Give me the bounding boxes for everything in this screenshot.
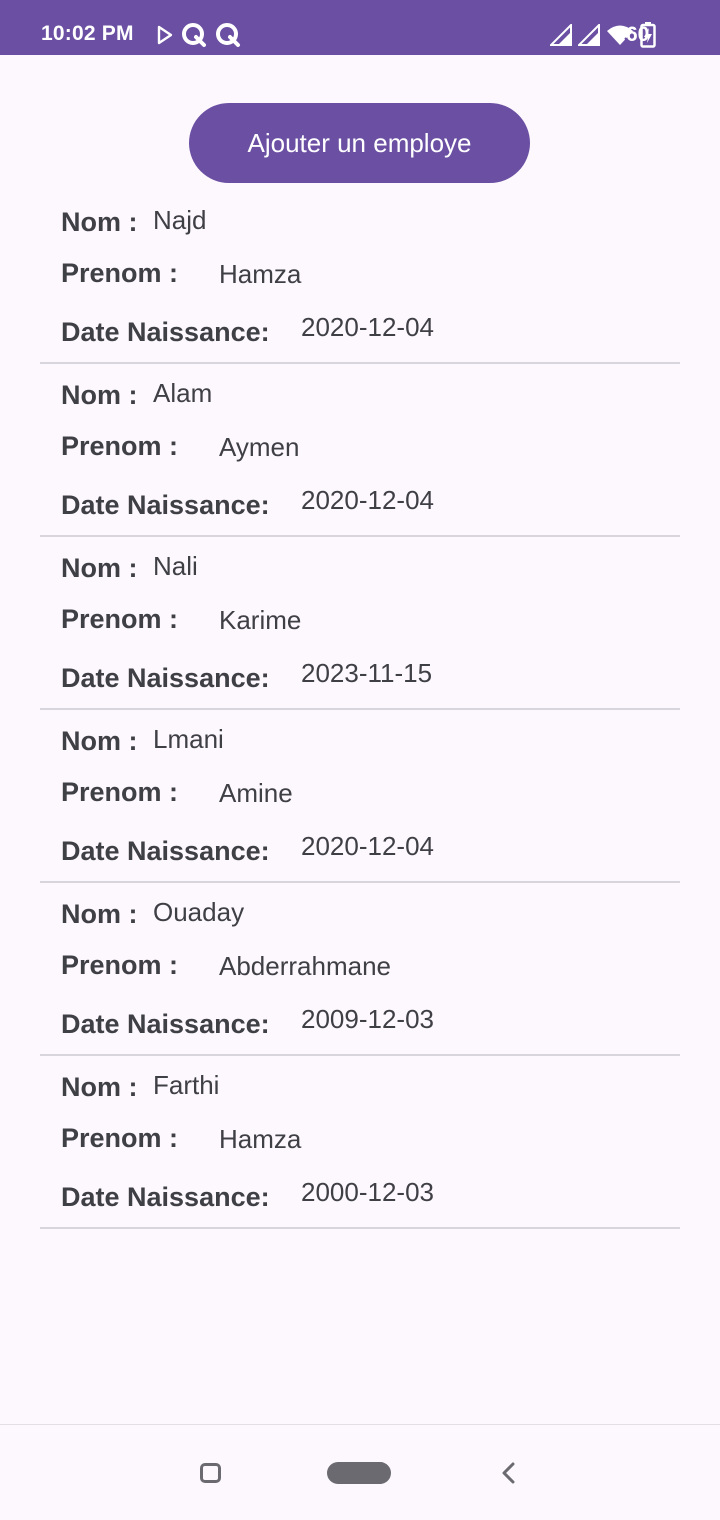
status-notification-icons (157, 22, 241, 48)
play-store-icon (157, 25, 173, 45)
prenom-value: Aymen (219, 432, 300, 462)
prenom-label: Prenom : (61, 1123, 179, 1153)
prenom-value: Amine (219, 778, 293, 808)
date-naissance-label: Date Naissance: (61, 1182, 270, 1212)
prenom-label: Prenom : (61, 777, 179, 807)
back-icon[interactable] (498, 1461, 522, 1485)
date-naissance-label: Date Naissance: (61, 836, 270, 866)
list-item[interactable]: Nom : Alam Prenom : Aymen Date Naissance… (40, 364, 680, 537)
nom-value: Ouaday (153, 897, 245, 927)
battery-percentage: 60 (626, 23, 650, 46)
nom-label: Nom : (61, 380, 138, 410)
prenom-value: Hamza (219, 259, 302, 289)
recents-icon[interactable] (200, 1463, 221, 1483)
list-item[interactable]: Nom : Ouaday Prenom : Abderrahmane Date … (40, 883, 680, 1056)
prenom-label: Prenom : (61, 431, 179, 461)
prenom-label: Prenom : (61, 258, 179, 288)
nom-value: Nali (153, 551, 198, 581)
nom-label: Nom : (61, 553, 138, 583)
date-naissance-value: 2023-11-15 (301, 658, 433, 688)
date-naissance-label: Date Naissance: (61, 1009, 270, 1039)
prenom-value: Hamza (219, 1124, 302, 1154)
prenom-value: Karime (219, 605, 302, 635)
nom-value: Alam (153, 378, 213, 408)
list-item[interactable]: Nom : Nali Prenom : Karime Date Naissanc… (40, 537, 680, 710)
date-naissance-label: Date Naissance: (61, 663, 270, 693)
q-app-icon (182, 23, 206, 47)
list-item[interactable]: Nom : Lmani Prenom : Amine Date Naissanc… (40, 710, 680, 883)
prenom-label: Prenom : (61, 604, 179, 634)
nom-label: Nom : (61, 1072, 138, 1102)
date-naissance-value: 2020-12-04 (301, 831, 434, 861)
navigation-bar (0, 1424, 720, 1520)
nom-label: Nom : (61, 207, 138, 237)
list-item[interactable]: Nom : Farthi Prenom : Hamza Date Naissan… (40, 1056, 680, 1229)
home-pill-icon[interactable] (327, 1462, 391, 1484)
nom-label: Nom : (61, 726, 138, 756)
date-naissance-value: 2020-12-04 (301, 312, 434, 342)
list-item[interactable]: Nom : Najd Prenom : Hamza Date Naissance… (40, 191, 680, 364)
prenom-label: Prenom : (61, 950, 179, 980)
date-naissance-value: 2000-12-03 (301, 1177, 434, 1207)
nom-value: Lmani (153, 724, 224, 754)
date-naissance-value: 2020-12-04 (301, 485, 434, 515)
nom-value: Farthi (153, 1070, 220, 1100)
date-naissance-label: Date Naissance: (61, 490, 270, 520)
prenom-value: Abderrahmane (219, 951, 391, 981)
status-time: 10:02 PM (41, 22, 134, 45)
q-app-icon (216, 23, 240, 47)
date-naissance-value: 2009-12-03 (301, 1004, 434, 1034)
date-naissance-label: Date Naissance: (61, 317, 270, 347)
signal-icon (578, 24, 600, 46)
nom-value: Najd (153, 205, 207, 235)
signal-icon (550, 24, 572, 46)
nom-label: Nom : (61, 899, 138, 929)
status-bar: 10:02 PM 60 (0, 0, 720, 55)
add-employee-button[interactable]: Ajouter un employe (189, 103, 530, 183)
